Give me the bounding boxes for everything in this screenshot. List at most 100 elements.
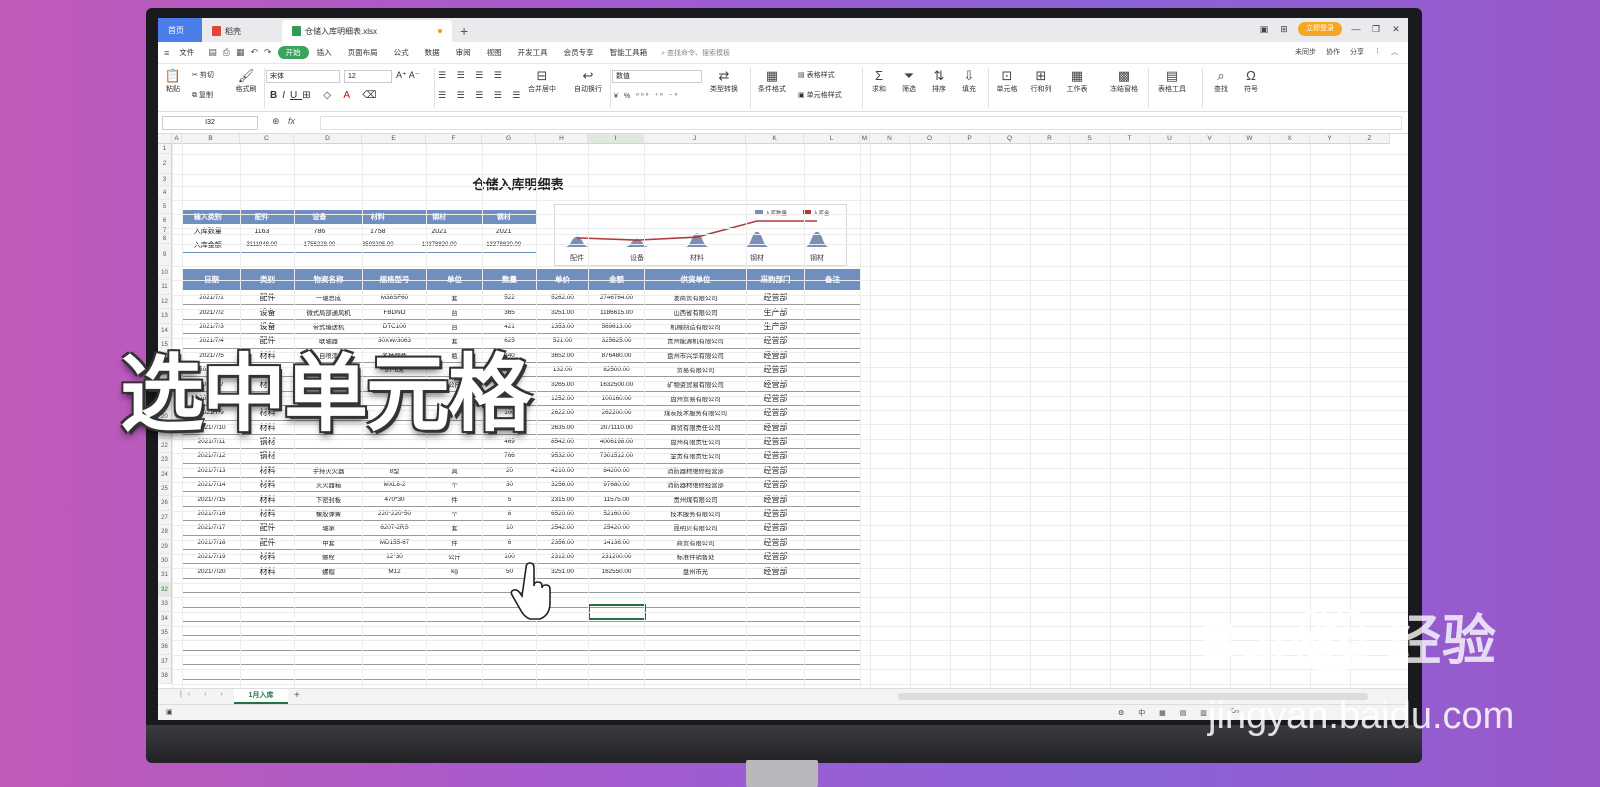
table-cell[interactable] xyxy=(644,620,747,637)
table-cell[interactable]: 2542.00 xyxy=(536,520,589,536)
font-style-group[interactable]: BIU⊞ ◇ A ⌫ xyxy=(270,90,381,101)
row-header[interactable]: 27 xyxy=(158,510,172,526)
table-cell[interactable] xyxy=(746,635,805,651)
table-cell[interactable]: 煤炭技术服务有限公司 xyxy=(644,405,747,421)
table-cell[interactable] xyxy=(804,347,861,363)
table-cell[interactable]: 9532.00 xyxy=(536,448,589,464)
filter-button[interactable]: ⏷ 筛选 xyxy=(896,68,922,94)
table-cell[interactable]: 7301512.00 xyxy=(588,448,645,464)
table-cell[interactable]: 生产部 xyxy=(746,304,805,320)
table-cell[interactable]: DTC100 xyxy=(362,318,427,335)
table-cell[interactable] xyxy=(182,664,241,680)
table-cell[interactable]: 8型 xyxy=(362,462,427,479)
underline-icon[interactable]: U xyxy=(290,90,302,101)
sort-button[interactable]: ⇅ 排序 xyxy=(926,68,952,94)
table-cell[interactable]: 2021/7/12 xyxy=(182,448,241,464)
wrap-text-button[interactable]: ↩ 自动换行 xyxy=(568,68,608,94)
table-cell[interactable]: 经营部 xyxy=(746,333,805,349)
table-cell[interactable] xyxy=(804,491,861,507)
table-cell[interactable]: 标准件销售处 xyxy=(644,549,747,565)
table-cell[interactable]: 灭火器箱 xyxy=(294,477,363,493)
row-header[interactable]: 11 xyxy=(158,280,172,295)
restore-icon[interactable]: ❐ xyxy=(1370,24,1382,34)
table-cell[interactable] xyxy=(804,433,861,450)
table-cell[interactable]: 昆明贝有限公司 xyxy=(644,520,747,536)
fx-icon[interactable]: fx xyxy=(288,116,295,126)
table-cell[interactable]: 30 xyxy=(482,477,537,493)
formula-input[interactable] xyxy=(320,116,1402,130)
table-cell[interactable] xyxy=(426,448,483,464)
tab-docer[interactable]: 稻壳 xyxy=(202,20,282,42)
table-cell[interactable]: 经营部 xyxy=(746,361,805,378)
table-cell[interactable]: 材料 xyxy=(240,491,295,507)
table-cell[interactable]: 2021/7/20 xyxy=(182,563,241,579)
table-cell[interactable]: 生产部 xyxy=(746,318,805,335)
column-header[interactable]: O xyxy=(910,134,950,144)
print-icon[interactable]: ⎙ xyxy=(223,47,230,58)
table-cell[interactable] xyxy=(804,361,861,378)
collapse-icon[interactable]: ︿ xyxy=(1391,47,1398,57)
layout-icon[interactable]: ▣ xyxy=(1258,24,1270,34)
column-header[interactable]: Y xyxy=(1310,134,1350,144)
table-cell[interactable] xyxy=(426,635,483,651)
italic-icon[interactable]: I xyxy=(282,90,290,101)
row-header[interactable]: 1 xyxy=(158,144,172,154)
table-cell[interactable]: 材料 xyxy=(240,462,295,479)
name-box[interactable]: I32 xyxy=(162,116,258,130)
symbol-button[interactable]: Ω 符号 xyxy=(1238,68,1264,94)
table-cell[interactable] xyxy=(482,620,537,637)
table-cell[interactable] xyxy=(182,592,241,608)
table-cell[interactable] xyxy=(746,620,805,637)
table-cell[interactable]: 2622.00 xyxy=(536,405,589,421)
table-cell[interactable] xyxy=(362,577,427,594)
table-cell[interactable]: 经营部 xyxy=(746,405,805,421)
row-header[interactable]: 30 xyxy=(158,554,172,569)
table-cell[interactable]: 100160.00 xyxy=(588,390,645,407)
number-format-buttons[interactable]: ¥ % ⁰⁰⁰ ⁺⁰ ⁻⁰ xyxy=(614,92,679,100)
table-cell[interactable] xyxy=(804,635,861,651)
table-cell[interactable] xyxy=(362,606,427,622)
freeze-button[interactable]: ▩ 冻结窗格 xyxy=(1106,68,1142,94)
table-cell[interactable]: 件 xyxy=(426,534,483,551)
column-header[interactable]: E xyxy=(362,134,426,144)
font-size-select[interactable]: 12 xyxy=(344,70,392,83)
tab-home[interactable]: 首页 xyxy=(158,18,202,42)
table-cell[interactable]: 97680.00 xyxy=(588,477,645,493)
table-cell[interactable] xyxy=(588,635,645,651)
table-cell[interactable]: 经营部 xyxy=(746,376,805,392)
table-cell[interactable]: 经营部 xyxy=(746,491,805,507)
table-cell[interactable] xyxy=(644,577,747,594)
table-cell[interactable] xyxy=(362,448,427,464)
table-cell[interactable]: 技术服务有限公司 xyxy=(644,505,747,522)
sum-button[interactable]: Σ 求和 xyxy=(866,68,892,94)
table-cell[interactable] xyxy=(804,534,861,551)
table-cell[interactable]: 经营部 xyxy=(746,419,805,435)
table-cell[interactable] xyxy=(804,405,861,421)
menu-smart-tools[interactable]: 智能工具箱 xyxy=(602,47,656,58)
table-cell[interactable]: 8 xyxy=(482,505,537,522)
add-sheet-icon[interactable]: + xyxy=(294,690,300,701)
table-cell[interactable]: 消防器材维修经营部 xyxy=(644,462,747,479)
table-cell[interactable]: 82500.00 xyxy=(588,361,645,378)
table-cell[interactable]: 螺栓 xyxy=(294,549,363,565)
table-cell[interactable]: M12 xyxy=(362,563,427,579)
column-header[interactable]: Z xyxy=(1350,134,1390,144)
table-cell[interactable]: 470*30 xyxy=(362,491,427,507)
table-cell[interactable]: 325625.00 xyxy=(588,333,645,349)
table-cell[interactable]: 件 xyxy=(426,491,483,507)
row-header[interactable]: 5 xyxy=(158,200,172,214)
sync-button[interactable]: 未同步 xyxy=(1295,47,1316,57)
table-cell[interactable]: 材料 xyxy=(240,563,295,579)
table-cell[interactable] xyxy=(482,649,537,666)
column-header[interactable]: Q xyxy=(990,134,1030,144)
row-header[interactable]: 38 xyxy=(158,669,172,684)
table-cell[interactable]: 微式局部通风机 xyxy=(294,304,363,320)
table-cell[interactable] xyxy=(804,606,861,622)
zoom-icon[interactable]: ⊕ xyxy=(272,116,280,127)
table-cell[interactable]: 6207-2RS xyxy=(362,520,427,536)
table-cell[interactable]: 盘州贸易有限公司 xyxy=(644,390,747,407)
column-header[interactable]: X xyxy=(1270,134,1310,144)
table-cell[interactable]: 材料 xyxy=(240,477,295,493)
font-family-select[interactable]: 宋体 xyxy=(266,70,340,83)
menu-insert[interactable]: 插入 xyxy=(309,47,340,58)
